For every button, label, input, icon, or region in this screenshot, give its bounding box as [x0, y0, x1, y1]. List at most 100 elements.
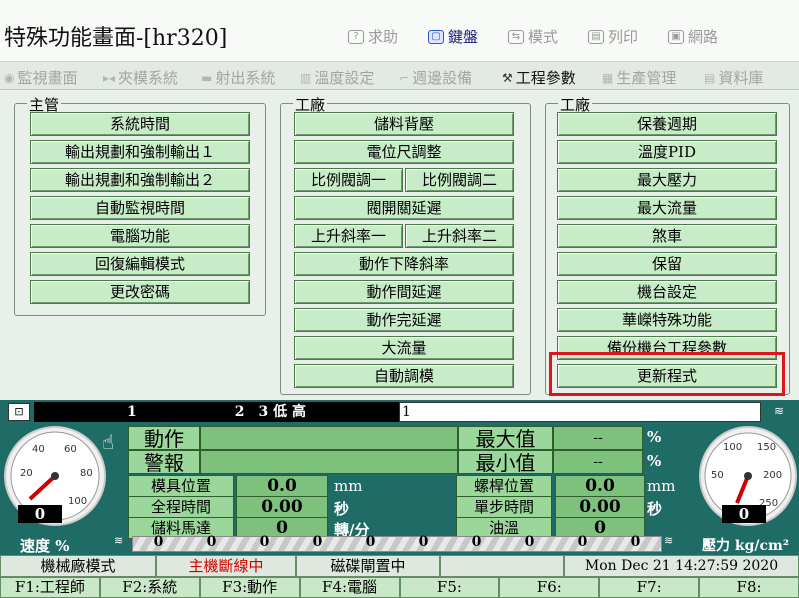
- svg-text:40: 40: [32, 444, 45, 455]
- help-button[interactable]: ? 求助: [348, 26, 398, 47]
- tab-temperature[interactable]: ▥ 溫度設定: [300, 67, 374, 88]
- f4-computer-key[interactable]: F4:電腦: [299, 577, 400, 598]
- datetime: Mon Dec 21 14:27:59 2020: [564, 555, 799, 577]
- restore-edit-mode-button[interactable]: 回復編輯模式: [30, 252, 250, 276]
- total-time-label: 全程時間: [128, 496, 234, 518]
- database-icon: ▤: [704, 70, 716, 85]
- machine-settings-button[interactable]: 機台設定: [557, 280, 777, 304]
- min-percent: %: [647, 452, 662, 470]
- proportional-valve-1-button[interactable]: 比例閥調一: [294, 168, 403, 192]
- min-value-label: 最小值: [458, 450, 553, 475]
- title-bar: 特殊功能畫面-[hr320] ? 求助 ▢ 鍵盤 ⇆ 模式 ▤ 列印 ▣ 網路: [0, 0, 799, 62]
- tab-clamp[interactable]: ▸◂ 夾模系統: [103, 67, 178, 88]
- mode-button[interactable]: ⇆ 模式: [508, 26, 558, 47]
- speed-cell: 0: [577, 534, 588, 550]
- screw-position-value: 0.0: [555, 475, 645, 497]
- f5-key[interactable]: F5:: [399, 577, 500, 598]
- f6-key[interactable]: F6:: [499, 577, 600, 598]
- function-key-bar: F1:工程師 F2:系統 F3:動作 F4:電腦 F5: F6: F7: F8:: [0, 577, 799, 598]
- speed-cell: 0: [312, 534, 323, 550]
- total-time-value: 0.00: [236, 496, 328, 518]
- screw-position-unit: mm: [647, 477, 676, 495]
- temperature-pid-button[interactable]: 溫度PID: [557, 140, 777, 164]
- speed-label: 速度 %: [20, 537, 70, 555]
- keyboard-button[interactable]: ▢ 鍵盤: [428, 26, 478, 47]
- hand-icon[interactable]: ☝: [102, 430, 114, 454]
- charging-back-pressure-button[interactable]: 儲料背壓: [294, 112, 514, 136]
- maintenance-cycle-button[interactable]: 保養週期: [557, 112, 777, 136]
- potentiometer-adjust-button[interactable]: 電位尺調整: [294, 140, 514, 164]
- empty-status-cell: [440, 555, 564, 577]
- mode-icon: ⇆: [508, 29, 524, 44]
- disk-status: 磁碟閘置中: [296, 555, 440, 577]
- tab-injection[interactable]: ▬ 射出系統: [201, 67, 275, 88]
- svg-text:100: 100: [723, 442, 742, 453]
- action-value: [200, 426, 458, 450]
- scroll-icon[interactable]: ≋: [764, 404, 794, 420]
- action-label: 動作: [128, 426, 200, 451]
- svg-text:50: 50: [711, 470, 724, 481]
- speed-cell: 0: [259, 534, 270, 550]
- factory-icon: ▦: [602, 70, 614, 85]
- print-button[interactable]: ▤ 列印: [588, 26, 638, 47]
- svg-text:20: 20: [20, 468, 33, 479]
- reserved-button[interactable]: 保留: [557, 252, 777, 276]
- min-value: --: [553, 450, 643, 474]
- action-fall-slope-button[interactable]: 動作下降斜率: [294, 252, 514, 276]
- f2-system-key[interactable]: F2:系統: [99, 577, 200, 598]
- max-pressure-button[interactable]: 最大壓力: [557, 168, 777, 192]
- f1-engineer-key[interactable]: F1:工程師: [0, 577, 100, 598]
- tab-monitor[interactable]: ◉ 監視畫面: [4, 67, 78, 88]
- highlight-box: [549, 352, 785, 396]
- output-plan-2-button[interactable]: 輸出規劃和強制輸出２: [30, 168, 250, 192]
- proportional-valve-2-button[interactable]: 比例閥調二: [405, 168, 514, 192]
- pressure-label: 壓力 kg/cm²: [702, 538, 789, 554]
- eye-icon: ◉: [4, 70, 15, 85]
- max-flow-button[interactable]: 最大流量: [557, 196, 777, 220]
- speed-cell: 0: [524, 534, 535, 550]
- system-time-button[interactable]: 系統時間: [30, 112, 250, 136]
- output-plan-1-button[interactable]: 輸出規劃和強制輸出１: [30, 140, 250, 164]
- speed-cell: 0: [471, 534, 482, 550]
- brake-button[interactable]: 煞車: [557, 224, 777, 248]
- page-title: 特殊功能畫面-[hr320]: [4, 26, 228, 51]
- step-indicator-bar: 1 2 3 低 高: [34, 402, 399, 422]
- auto-monitor-time-button[interactable]: 自動監視時間: [30, 196, 250, 220]
- injection-icon: ▬: [201, 70, 213, 85]
- keyboard-icon: ▢: [428, 29, 444, 44]
- status-panel: ⊡ 1 2 3 低 高 1 ≋ 20 40 60 80 100 0 ☝ 50 1…: [0, 400, 799, 555]
- tab-engineering[interactable]: ⚒ 工程參數: [502, 67, 576, 88]
- pressure-icon[interactable]: ≋: [664, 534, 673, 547]
- f7-key[interactable]: F7:: [599, 577, 700, 598]
- bottom-status-bar: 機械廠模式 主機斷線中 磁碟閘置中 Mon Dec 21 14:27:59 20…: [0, 555, 799, 577]
- max-value-label: 最大值: [458, 426, 553, 451]
- speed-cells: 0 0 0 0 0 0 0 0 0 0: [132, 534, 662, 554]
- speed-gauge-value: 0: [18, 505, 62, 523]
- speed-cell: 0: [153, 534, 164, 550]
- machine-status: 主機斷線中: [156, 555, 296, 577]
- rise-slope-1-button[interactable]: 上升斜率一: [294, 224, 403, 248]
- svg-text:60: 60: [64, 444, 77, 455]
- tab-peripherals[interactable]: ⌐ 週邊設備: [399, 67, 472, 88]
- speed-icon[interactable]: ≋: [114, 534, 123, 547]
- clamp-icon: ▸◂: [103, 70, 116, 85]
- mold-position-label: 模具位置: [128, 475, 234, 497]
- large-flow-button[interactable]: 大流量: [294, 336, 514, 360]
- change-password-button[interactable]: 更改密碼: [30, 280, 250, 304]
- computer-function-button[interactable]: 電腦功能: [30, 224, 250, 248]
- step-time-unit: 秒: [647, 500, 663, 518]
- action-end-delay-button[interactable]: 動作完延遲: [294, 308, 514, 332]
- special-function-button[interactable]: 華嶸特殊功能: [557, 308, 777, 332]
- auto-mold-adjust-button[interactable]: 自動調模: [294, 364, 514, 388]
- rise-slope-2-button[interactable]: 上升斜率二: [405, 224, 514, 248]
- network-button[interactable]: ▣ 網路: [668, 26, 718, 47]
- temperature-icon: ▥: [300, 70, 312, 85]
- tab-database[interactable]: ▤ 資料庫: [704, 67, 763, 88]
- tab-production[interactable]: ▦ 生產管理: [602, 67, 676, 88]
- f3-action-key[interactable]: F3:動作: [199, 577, 300, 598]
- inter-action-delay-button[interactable]: 動作間延遲: [294, 280, 514, 304]
- valve-switch-delay-button[interactable]: 閥開關延遲: [294, 196, 514, 220]
- screen-icon[interactable]: ⊡: [8, 403, 30, 421]
- max-percent: %: [647, 428, 662, 446]
- f8-key[interactable]: F8:: [699, 577, 799, 598]
